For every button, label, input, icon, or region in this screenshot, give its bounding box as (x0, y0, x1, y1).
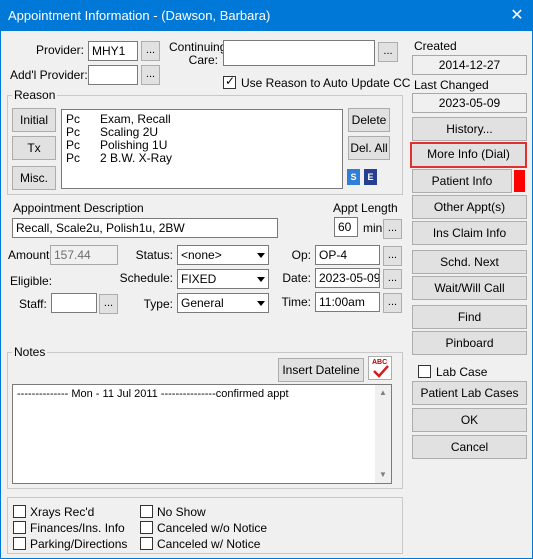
find-button[interactable]: Find (412, 305, 527, 329)
amount-input: 157.44 (50, 245, 118, 265)
canceled-wo-notice-checkbox[interactable] (140, 521, 153, 534)
appt-length-lookup-button[interactable]: ... (383, 219, 402, 239)
del-all-button[interactable]: Del. All (348, 136, 390, 160)
appt-desc-label: Appointment Description (13, 201, 144, 215)
ins-claim-info-button[interactable]: Ins Claim Info (412, 221, 527, 245)
staff-label: Staff: (19, 297, 47, 311)
more-info-dial-button[interactable]: More Info (Dial) (410, 142, 527, 168)
provider-lookup-button[interactable]: ... (141, 41, 160, 61)
notes-text: -------------- Mon - 11 Jul 2011 -------… (17, 388, 289, 400)
appt-length-input[interactable]: 60 (334, 217, 358, 237)
parking-checkbox[interactable] (13, 537, 26, 550)
pinboard-button[interactable]: Pinboard (412, 331, 527, 355)
last-changed-label: Last Changed (414, 78, 489, 92)
last-changed-value: 2023-05-09 (412, 93, 527, 113)
schd-next-button[interactable]: Schd. Next (412, 250, 527, 274)
addl-provider-label: Add'l Provider: (10, 68, 88, 82)
wait-will-call-button[interactable]: Wait/Will Call (412, 276, 527, 300)
reason-legend: Reason (12, 88, 58, 102)
type-select[interactable]: General (177, 293, 269, 313)
appt-length-label: Appt Length (333, 201, 398, 215)
canceled-w-notice-checkbox[interactable] (140, 537, 153, 550)
continuing-care-input[interactable] (223, 40, 375, 66)
addl-provider-input[interactable] (88, 65, 138, 85)
s-icon[interactable]: S (347, 169, 360, 185)
schedule-label: Schedule: (119, 271, 173, 285)
window-title: Appointment Information - (Dawson, Barba… (8, 8, 271, 23)
appt-length-unit: min (363, 221, 383, 235)
use-reason-label: Use Reason to Auto Update CC (241, 76, 411, 90)
time-input[interactable]: 11:00am (315, 292, 380, 312)
date-label: Date: (282, 271, 311, 285)
patient-alert-indicator (514, 170, 525, 192)
use-reason-checkbox[interactable] (223, 74, 236, 89)
initial-button[interactable]: Initial (12, 108, 56, 132)
ok-button[interactable]: OK (412, 408, 527, 432)
provider-label: Provider: (35, 43, 84, 57)
insert-dateline-button[interactable]: Insert Dateline (278, 358, 364, 382)
patient-info-button[interactable]: Patient Info (412, 169, 512, 193)
notes-textarea[interactable]: -------------- Mon - 11 Jul 2011 -------… (12, 384, 392, 484)
scroll-down-icon[interactable]: ▼ (375, 467, 391, 483)
status-value: <none> (181, 248, 222, 262)
tx-button[interactable]: Tx (12, 136, 56, 160)
status-label: Status: (135, 248, 173, 262)
cancel-button[interactable]: Cancel (412, 435, 527, 459)
canceled-w-notice-label: Canceled w/ Notice (157, 537, 261, 551)
time-lookup-button[interactable]: ... (383, 293, 402, 313)
op-input[interactable]: OP-4 (315, 245, 380, 265)
notes-legend: Notes (12, 345, 48, 359)
spell-check-icon[interactable]: ABC (368, 356, 392, 380)
notes-scrollbar[interactable]: ▲ ▼ (375, 385, 391, 483)
no-show-checkbox[interactable] (140, 505, 153, 518)
reason-list[interactable]: Pc Exam, Recall Pc Scaling 2U Pc Polishi… (61, 109, 343, 189)
patient-lab-cases-button[interactable]: Patient Lab Cases (412, 381, 527, 405)
delete-button[interactable]: Delete (348, 108, 390, 132)
chevron-down-icon (257, 253, 265, 258)
amount-label: Amount: (8, 248, 53, 262)
staff-input[interactable] (51, 293, 97, 313)
title-bar: Appointment Information - (Dawson, Barba… (0, 0, 533, 31)
schedule-value: FIXED (181, 272, 217, 286)
continuing-care-label-2: Care: (188, 53, 218, 67)
addl-provider-lookup-button[interactable]: ... (141, 65, 160, 85)
canceled-wo-notice-label: Canceled w/o Notice (157, 521, 268, 535)
xrays-checkbox[interactable] (13, 505, 26, 518)
op-label: Op: (291, 248, 311, 262)
history-button[interactable]: History... (412, 117, 527, 141)
type-value: General (181, 296, 224, 310)
chevron-down-icon (257, 277, 265, 282)
op-lookup-button[interactable]: ... (383, 246, 402, 266)
close-icon[interactable]: ✕ (501, 0, 533, 31)
lab-case-checkbox[interactable] (418, 365, 431, 378)
no-show-label: No Show (157, 505, 206, 519)
time-label: Time: (281, 295, 311, 309)
other-appts-button[interactable]: Other Appt(s) (412, 195, 527, 219)
e-icon[interactable]: E (364, 169, 377, 185)
xrays-label: Xrays Rec'd (30, 505, 95, 519)
appt-desc-input[interactable]: Recall, Scale2u, Polish1u, 2BW (12, 218, 278, 238)
schedule-select[interactable]: FIXED (177, 269, 269, 289)
created-label: Created (414, 39, 457, 53)
parking-label: Parking/Directions (30, 537, 128, 551)
status-select[interactable]: <none> (177, 245, 269, 265)
continuing-care-label-1: Continuing (169, 40, 227, 54)
date-lookup-button[interactable]: ... (383, 269, 402, 289)
provider-input[interactable]: MHY1 (88, 41, 138, 61)
finances-checkbox[interactable] (13, 521, 26, 534)
continuing-care-lookup-button[interactable]: ... (378, 42, 398, 62)
eligible-label: Eligible: (10, 274, 53, 288)
chevron-down-icon (257, 301, 265, 306)
lab-case-label: Lab Case (436, 365, 488, 379)
created-value: 2014-12-27 (412, 55, 527, 75)
finances-label: Finances/Ins. Info (30, 521, 125, 535)
scroll-up-icon[interactable]: ▲ (375, 385, 391, 401)
date-input[interactable]: 2023-05-09 (315, 268, 380, 288)
type-label: Type: (143, 297, 173, 311)
misc-button[interactable]: Misc. (12, 166, 56, 190)
